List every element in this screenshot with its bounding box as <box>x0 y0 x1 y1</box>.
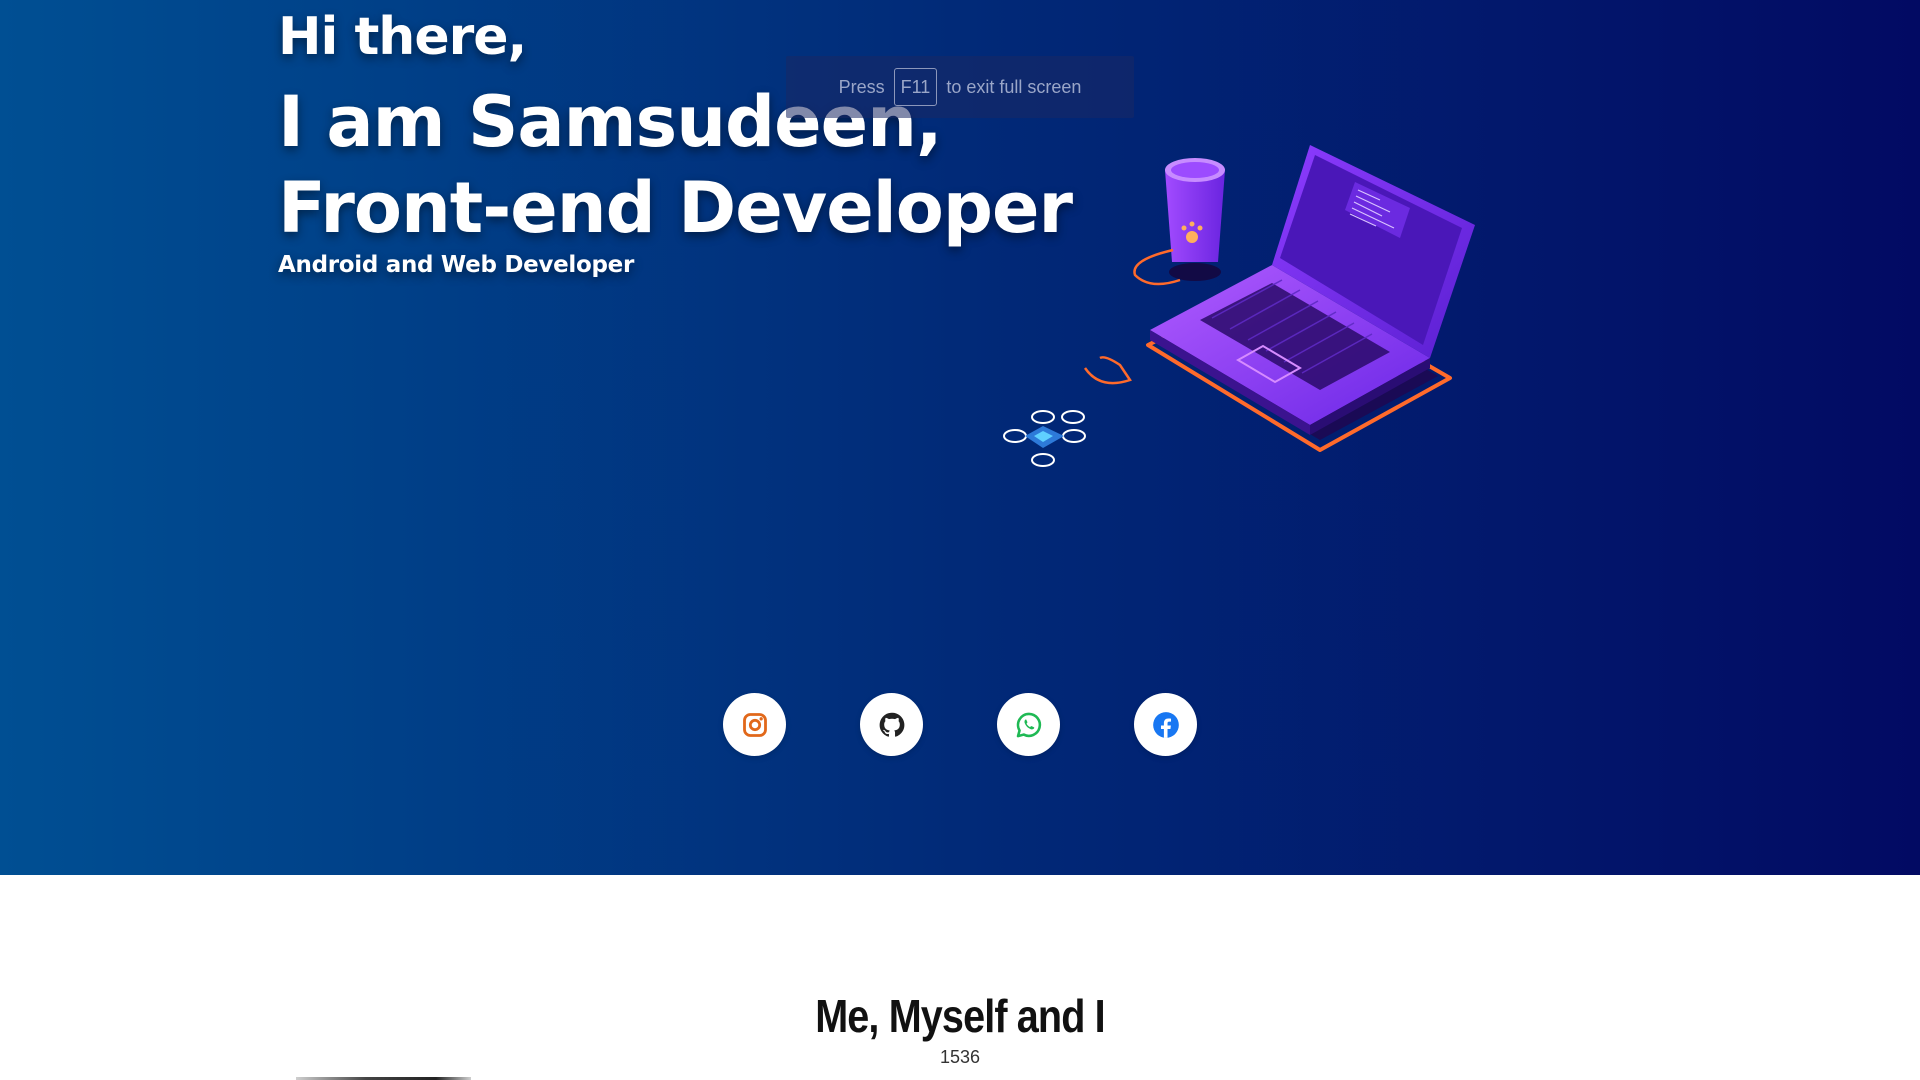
fullscreen-notice: Press F11 to exit full screen <box>786 56 1134 118</box>
hero-role: Front-end Developer <box>278 167 1073 249</box>
github-icon <box>879 712 904 737</box>
fullscreen-notice-suffix: to exit full screen <box>946 76 1082 97</box>
about-section-title: Me, Myself and I <box>815 990 1105 1042</box>
whatsapp-link[interactable] <box>997 693 1060 756</box>
hero-greeting: Hi there, <box>278 7 527 67</box>
laptop-illustration <box>1003 145 1475 467</box>
hero-subtitle: Android and Web Developer <box>278 252 634 278</box>
fullscreen-notice-prefix: Press <box>838 76 885 97</box>
facebook-icon <box>1152 711 1179 738</box>
instagram-icon <box>742 712 767 737</box>
page: Hi there, I am Samsudeen, Front-end Deve… <box>0 0 1920 1080</box>
about-counter: 1536 <box>939 1047 981 1067</box>
facebook-link[interactable] <box>1134 693 1197 756</box>
social-links <box>0 693 1920 757</box>
github-link[interactable] <box>860 693 923 756</box>
f11-key-badge: F11 <box>893 68 938 106</box>
whatsapp-icon <box>1016 712 1041 737</box>
hero-section: Hi there, I am Samsudeen, Front-end Deve… <box>0 0 1920 875</box>
instagram-link[interactable] <box>723 693 786 756</box>
